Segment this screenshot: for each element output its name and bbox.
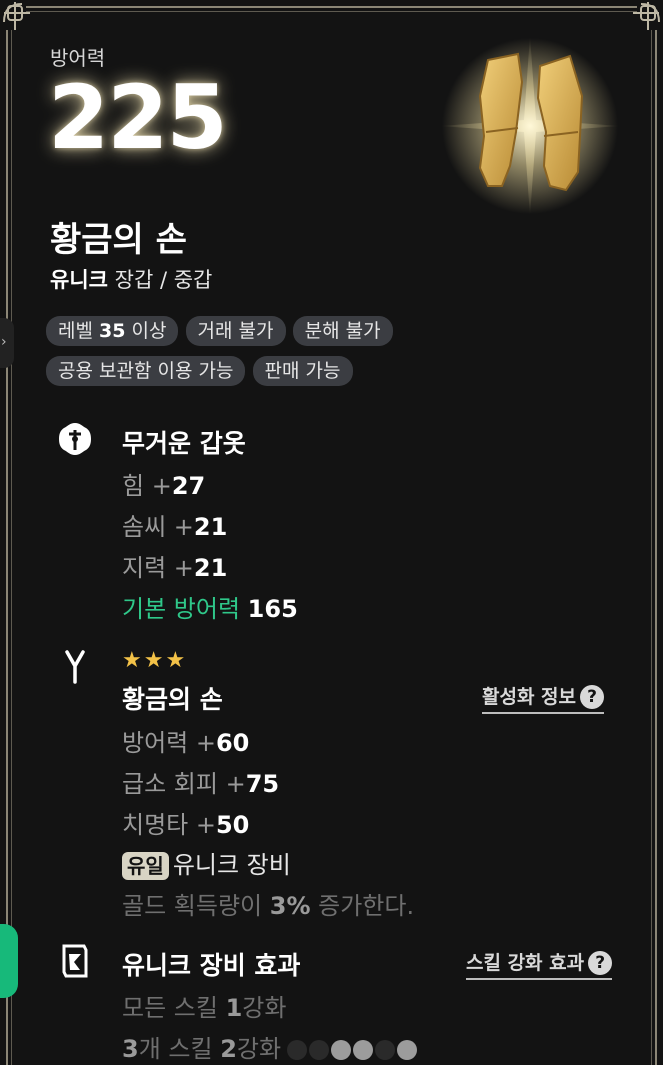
item-subtitle: 유니크 장갑 / 중갑	[50, 264, 212, 294]
item-grade: 유니크	[50, 268, 108, 292]
tag-shared-storage: 공용 보관함 이용 가능	[46, 356, 246, 386]
tag-sellable: 판매 가능	[252, 356, 353, 386]
item-name: 황금의 손	[50, 220, 187, 260]
item-tooltip-panel: › 방어력 225 황금의 손 유니크 장갑 / 중갑 레벨 35 이상 거래 …	[0, 0, 663, 1065]
frame-border-left-inner	[11, 30, 12, 1065]
rune-stat-defense: 방어력 +60	[122, 729, 250, 757]
unique-effect-title: 유니크 장비 효과	[122, 951, 301, 980]
all-skills-enhance-line: 모든 스킬 1강화	[122, 994, 287, 1022]
set-title: 무거운 갑옷	[122, 429, 246, 458]
rune-icon	[65, 650, 85, 684]
unique-badge: 유일	[122, 852, 169, 880]
tag-level-requirement: 레벨 35 이상	[46, 316, 179, 346]
question-icon: ?	[588, 951, 613, 975]
golden-gauntlets-icon	[440, 36, 620, 216]
frame-border-top-inner	[26, 11, 637, 12]
tag-trade: 거래 불가	[185, 316, 286, 346]
rune-stat-evasion: 급소 회피 +75	[122, 770, 280, 798]
item-tags: 레벨 35 이상 거래 불가 분해 불가 공용 보관함 이용 가능 판매 가능	[46, 316, 466, 396]
corner-ornament-icon	[633, 2, 660, 30]
gold-bonus-line: 골드 획득량이 3% 증가한다.	[122, 892, 415, 920]
frame-border-left	[6, 30, 8, 1065]
question-icon: ?	[580, 685, 605, 709]
enhance-dot	[309, 1040, 330, 1060]
heavy-armor-icon	[59, 423, 91, 455]
enhance-dot	[287, 1040, 308, 1060]
frame-border-right	[655, 30, 657, 1065]
enhance-dot	[397, 1040, 418, 1060]
item-type: 장갑 / 중갑	[114, 268, 213, 292]
frame-border-right-inner	[651, 30, 652, 1065]
enhance-dot	[331, 1040, 352, 1060]
activation-info-link[interactable]: 활성화 정보?	[482, 682, 605, 714]
stat-strength: 힘 +27	[122, 472, 206, 500]
skills-enhance-line: 3개 스킬 2강화	[122, 1029, 419, 1065]
side-green-tab[interactable]	[0, 924, 18, 998]
stat-intelligence: 지력 +21	[122, 554, 228, 582]
enhance-dot	[375, 1040, 396, 1060]
scroll-icon	[62, 944, 88, 978]
enhance-dot	[353, 1040, 374, 1060]
stat-base-defense: 기본 방어력 165	[122, 595, 298, 623]
tag-dismantle: 분해 불가	[292, 316, 393, 346]
corner-ornament-icon	[3, 2, 30, 30]
rune-title: 황금의 손	[122, 685, 223, 714]
unique-equipment-line: 유일 유니크 장비	[122, 845, 291, 880]
rune-stars: ★★★	[122, 648, 188, 673]
frame-border-top	[26, 6, 637, 8]
skill-enhance-link[interactable]: 스킬 강화 효과?	[466, 948, 613, 980]
defense-value: 225	[48, 66, 228, 169]
enhance-dots	[287, 1038, 419, 1065]
rune-stat-critical: 치명타 +50	[122, 811, 250, 839]
stat-dexterity: 솜씨 +21	[122, 513, 228, 541]
side-expand-handle[interactable]: ›	[0, 318, 14, 368]
chevron-right-icon: ›	[1, 334, 7, 350]
